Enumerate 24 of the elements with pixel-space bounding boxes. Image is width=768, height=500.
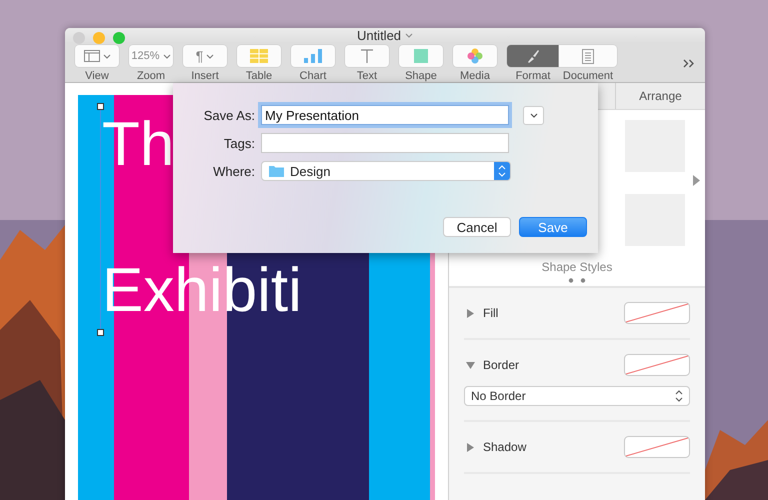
section-label: Shadow (483, 440, 528, 454)
zoom-value: 125% (131, 50, 160, 62)
shape-styles-label: Shape Styles (542, 260, 612, 274)
toolbar-label: Zoom (136, 70, 166, 82)
toolbar-label: Format (516, 70, 550, 82)
pilcrow-glyph: ¶ (196, 48, 204, 64)
toolbar-label: Insert (191, 70, 219, 82)
toolbar-label: Text (356, 70, 378, 82)
toolbar-label: Chart (300, 70, 326, 82)
toolbar-label: Table (246, 70, 272, 82)
section-label: Border (483, 358, 520, 372)
cancel-button[interactable]: Cancel (443, 217, 511, 237)
toolbar-label: Document (562, 70, 614, 82)
border-style-select[interactable]: No Border (464, 386, 690, 406)
where-popup[interactable]: Design (261, 161, 511, 181)
section-label: Fill (483, 306, 500, 320)
field-label: Where: (212, 164, 255, 178)
field-label: Tags: (222, 136, 255, 150)
toolbar-label: Shape (405, 70, 437, 82)
toolbar-label: Media (460, 70, 490, 82)
toolbar-label: View (85, 70, 109, 82)
save-as-field[interactable]: My Presentation (261, 105, 509, 125)
window-title[interactable]: Untitled (356, 28, 402, 43)
field-label: Save As: (202, 108, 255, 122)
